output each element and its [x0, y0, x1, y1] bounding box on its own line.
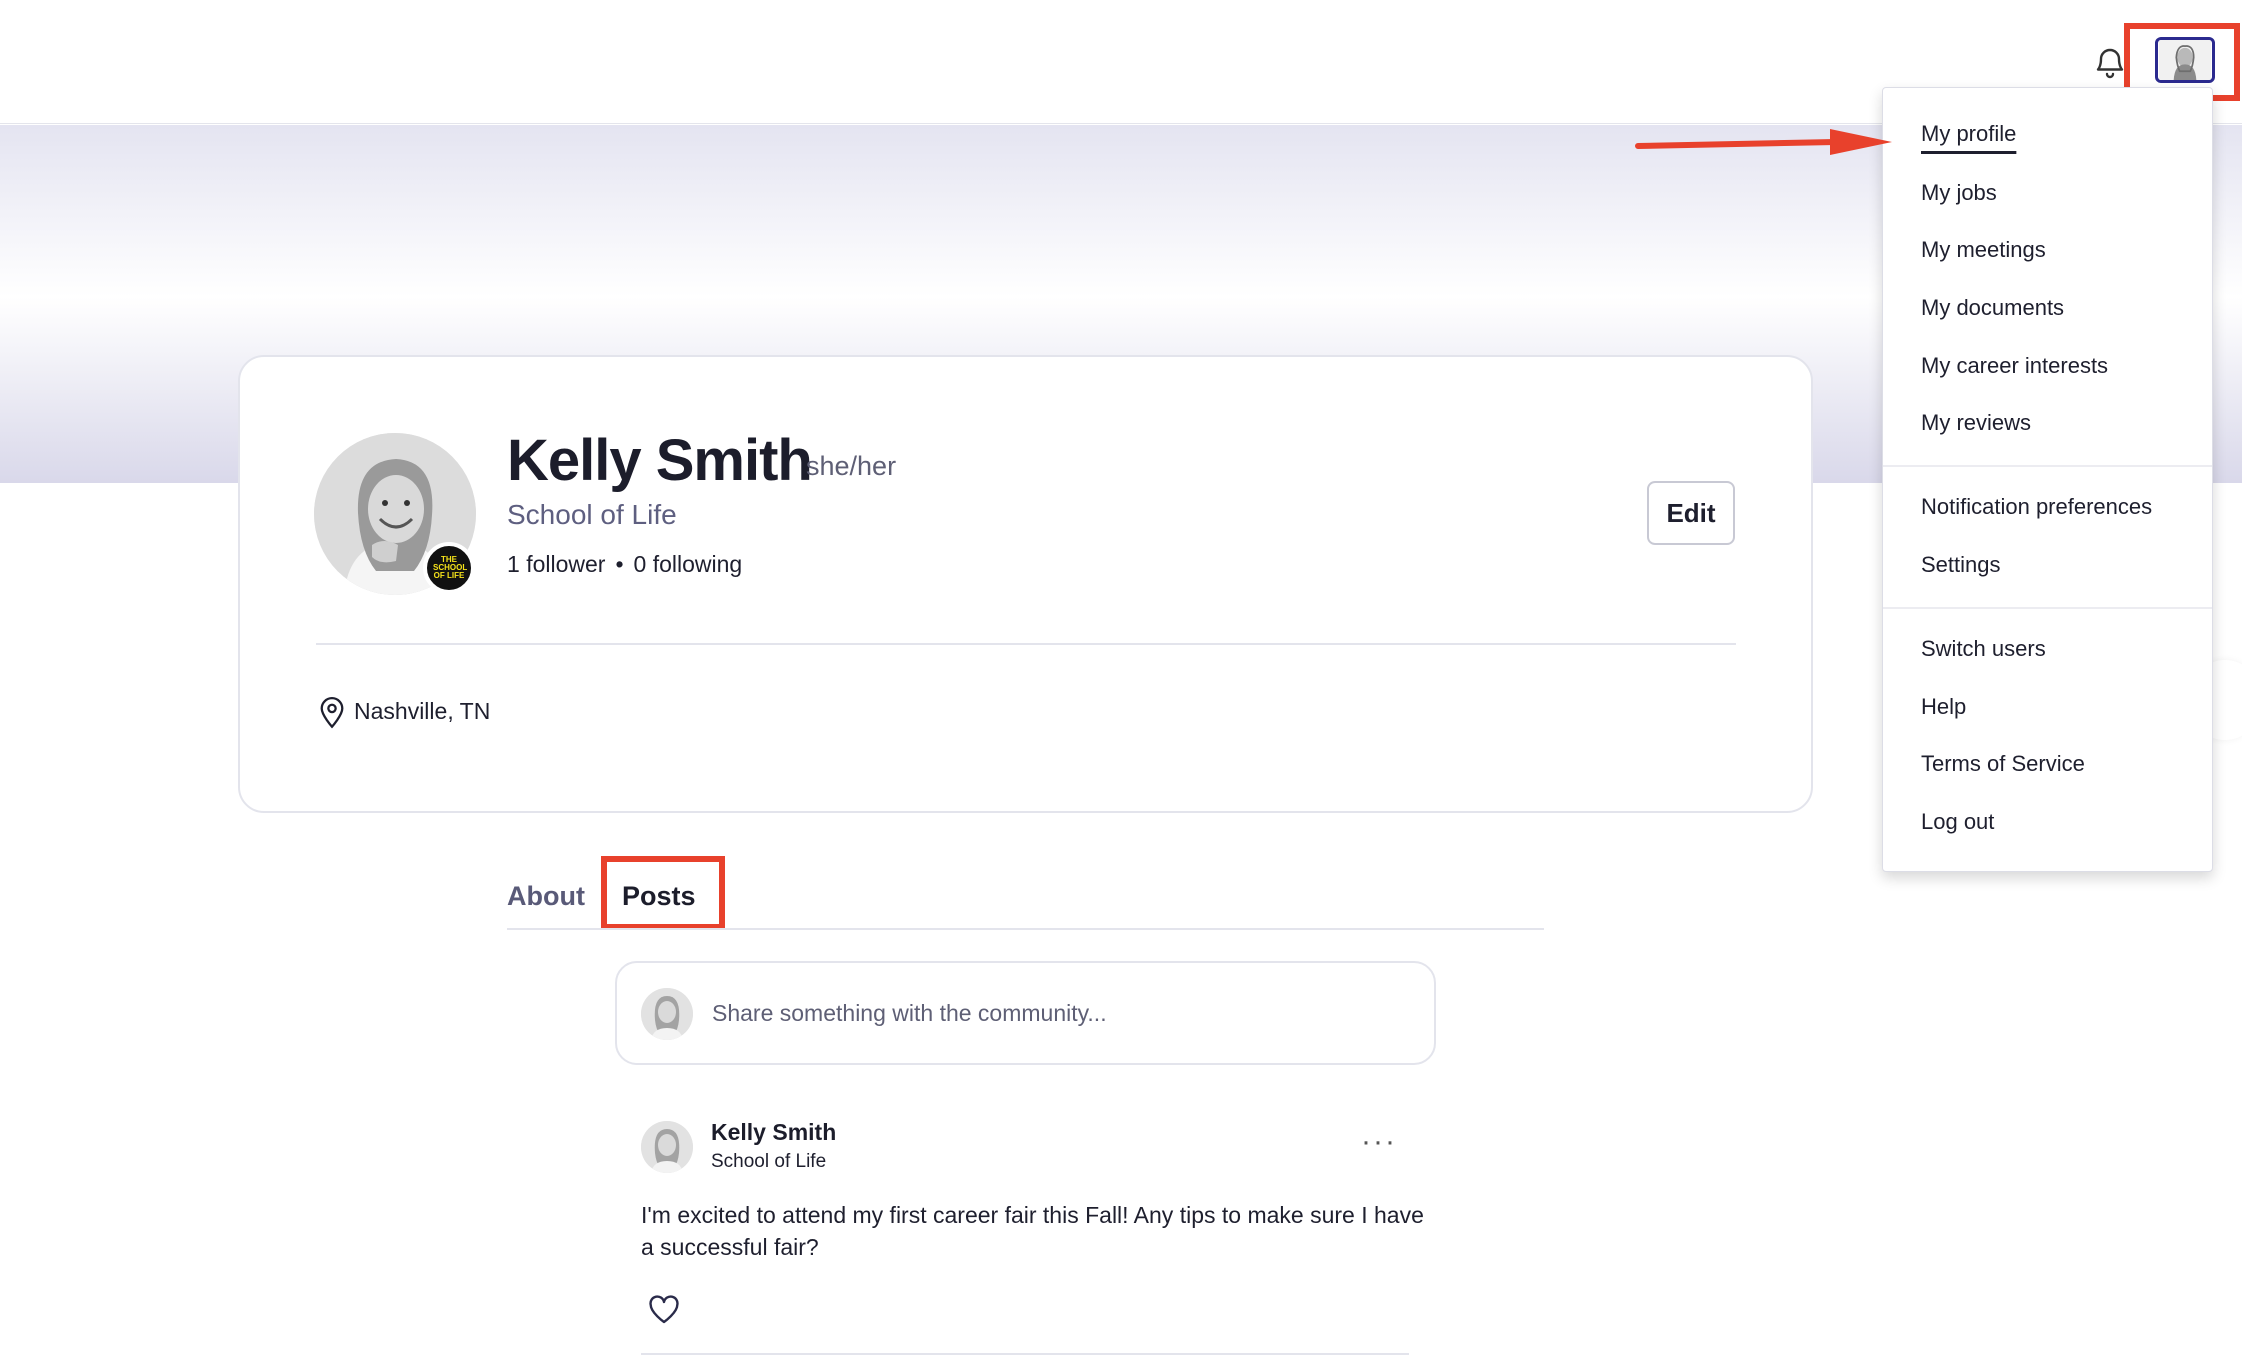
composer-avatar: [641, 988, 693, 1040]
follow-stats: 1 follower • 0 following: [507, 551, 742, 578]
profile-card: [238, 355, 1813, 813]
post-body: I'm excited to attend my first career fa…: [641, 1202, 1424, 1260]
school-badge-text: THE SCHOOL OF LIFE: [433, 555, 468, 580]
followers-count: 1: [507, 551, 520, 577]
composer-placeholder[interactable]: Share something with the community...: [712, 1000, 1107, 1027]
heart-icon[interactable]: [648, 1295, 680, 1325]
post-author-school: School of Life: [711, 1151, 827, 1172]
tab-about[interactable]: About: [507, 881, 585, 912]
menu-item-my-career-interests[interactable]: My career interests: [1921, 353, 2108, 379]
menu-item-settings[interactable]: Settings: [1921, 552, 2001, 578]
menu-separator: [1883, 607, 2212, 609]
post-author-avatar[interactable]: [641, 1121, 693, 1173]
profile-school[interactable]: School of Life: [507, 499, 677, 531]
post-author-name[interactable]: Kelly Smith: [711, 1119, 836, 1146]
menu-item-my-reviews[interactable]: My reviews: [1921, 410, 2031, 436]
menu-item-terms-of-service[interactable]: Terms of Service: [1921, 751, 2085, 777]
location-pin-icon: [318, 697, 346, 729]
menu-item-log-out[interactable]: Log out: [1921, 809, 1994, 835]
post-more-options-icon[interactable]: ···: [1361, 1127, 1397, 1157]
bell-icon[interactable]: [2092, 44, 2128, 80]
menu-item-help[interactable]: Help: [1921, 694, 1966, 720]
edit-profile-button[interactable]: Edit: [1647, 481, 1735, 545]
posts-tab-highlight-box: [601, 856, 725, 930]
menu-item-notification-preferences[interactable]: Notification preferences: [1921, 494, 2152, 520]
annotation-arrow-icon: [1630, 126, 1900, 166]
profile-name: Kelly Smith: [507, 428, 813, 493]
menu-item-switch-users[interactable]: Switch users: [1921, 636, 2046, 662]
followers-link[interactable]: 1 follower: [507, 551, 605, 577]
school-logo-badge: THE SCHOOL OF LIFE: [423, 542, 475, 594]
tabs-divider: [507, 928, 1544, 930]
following-count: 0: [633, 551, 647, 577]
following-link[interactable]: 0 following: [634, 551, 743, 577]
follow-separator: •: [615, 551, 624, 577]
menu-item-my-documents[interactable]: My documents: [1921, 295, 2064, 321]
menu-item-my-profile[interactable]: My profile: [1921, 121, 2016, 147]
menu-separator: [1883, 465, 2212, 467]
following-label: following: [652, 551, 743, 577]
post-divider: [641, 1353, 1409, 1355]
menu-item-my-meetings[interactable]: My meetings: [1921, 237, 2046, 263]
menu-item-my-jobs[interactable]: My jobs: [1921, 180, 1997, 206]
followers-label: follower: [526, 551, 606, 577]
profile-divider: [316, 643, 1736, 645]
profile-location: Nashville, TN: [354, 698, 491, 724]
profile-pronouns: she/her: [806, 451, 897, 481]
